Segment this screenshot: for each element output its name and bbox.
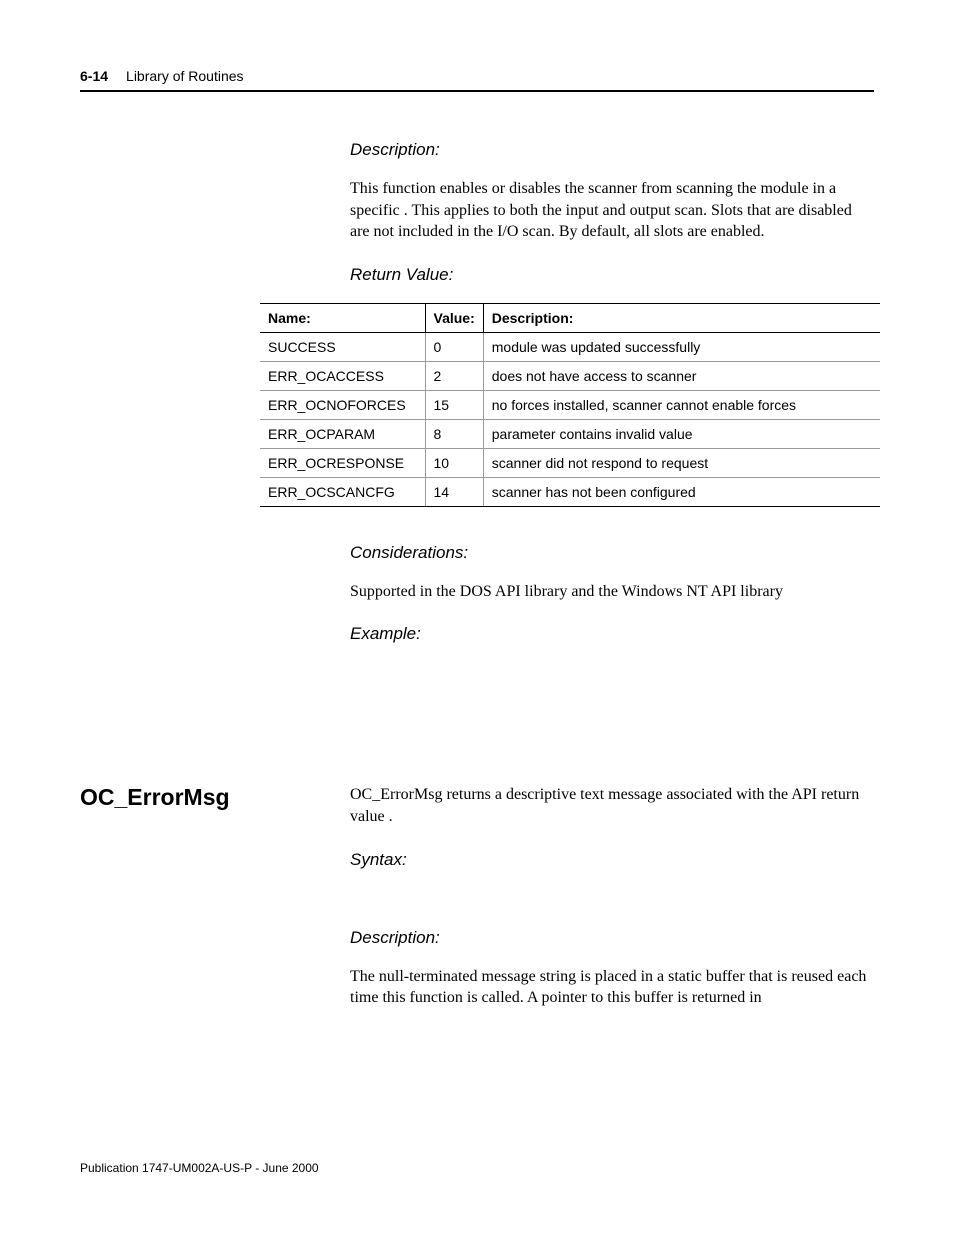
cell-name: ERR_OCNOFORCES (260, 390, 425, 419)
table-row: ERR_OCSCANCFG 14 scanner has not been co… (260, 477, 880, 506)
page-number: 6-14 (80, 68, 108, 84)
table-row: SUCCESS 0 module was updated successfull… (260, 332, 880, 361)
description-text: This function enables or disables the sc… (350, 178, 874, 243)
cell-name: SUCCESS (260, 332, 425, 361)
section-heading: OC_ErrorMsg (80, 784, 350, 811)
cell-desc: scanner has not been configured (483, 477, 880, 506)
col-header-desc: Description: (483, 303, 880, 332)
header-title: Library of Routines (126, 68, 244, 84)
col-header-name: Name: (260, 303, 425, 332)
syntax-label: Syntax: (350, 850, 874, 870)
table-row: ERR_OCACCESS 2 does not have access to s… (260, 361, 880, 390)
example-label: Example: (350, 624, 874, 644)
section-body: OC_ErrorMsg returns a descriptive text m… (350, 784, 874, 1030)
cell-value: 0 (425, 332, 483, 361)
section-intro: OC_ErrorMsg returns a descriptive text m… (350, 784, 874, 827)
cell-value: 2 (425, 361, 483, 390)
cell-value: 8 (425, 419, 483, 448)
table-row: ERR_OCNOFORCES 15 no forces installed, s… (260, 390, 880, 419)
return-value-label: Return Value: (350, 265, 874, 285)
description-label-2: Description: (350, 928, 874, 948)
description-text-2: The null-terminated message string is pl… (350, 966, 874, 1009)
cell-value: 10 (425, 448, 483, 477)
cell-value: 14 (425, 477, 483, 506)
cell-desc: module was updated successfully (483, 332, 880, 361)
cell-name: ERR_OCSCANCFG (260, 477, 425, 506)
description-block: Description: This function enables or di… (350, 140, 874, 285)
cell-value: 15 (425, 390, 483, 419)
table-row: ERR_OCRESPONSE 10 scanner did not respon… (260, 448, 880, 477)
footer-publication: Publication 1747-UM002A-US-P - June 2000 (80, 1161, 319, 1175)
considerations-text: Supported in the DOS API library and the… (350, 581, 874, 603)
cell-desc: does not have access to scanner (483, 361, 880, 390)
return-value-table-wrap: Name: Value: Description: SUCCESS 0 modu… (260, 303, 874, 507)
return-value-table: Name: Value: Description: SUCCESS 0 modu… (260, 303, 880, 507)
page-header: 6-14 Library of Routines (80, 68, 874, 92)
oc-errormsg-section: OC_ErrorMsg OC_ErrorMsg returns a descri… (80, 784, 874, 1030)
considerations-label: Considerations: (350, 543, 874, 563)
cell-name: ERR_OCPARAM (260, 419, 425, 448)
cell-desc: scanner did not respond to request (483, 448, 880, 477)
cell-desc: parameter contains invalid value (483, 419, 880, 448)
cell-name: ERR_OCRESPONSE (260, 448, 425, 477)
table-row: ERR_OCPARAM 8 parameter contains invalid… (260, 419, 880, 448)
description-label: Description: (350, 140, 874, 160)
col-header-value: Value: (425, 303, 483, 332)
cell-name: ERR_OCACCESS (260, 361, 425, 390)
considerations-block: Considerations: Supported in the DOS API… (350, 543, 874, 645)
cell-desc: no forces installed, scanner cannot enab… (483, 390, 880, 419)
table-header-row: Name: Value: Description: (260, 303, 880, 332)
